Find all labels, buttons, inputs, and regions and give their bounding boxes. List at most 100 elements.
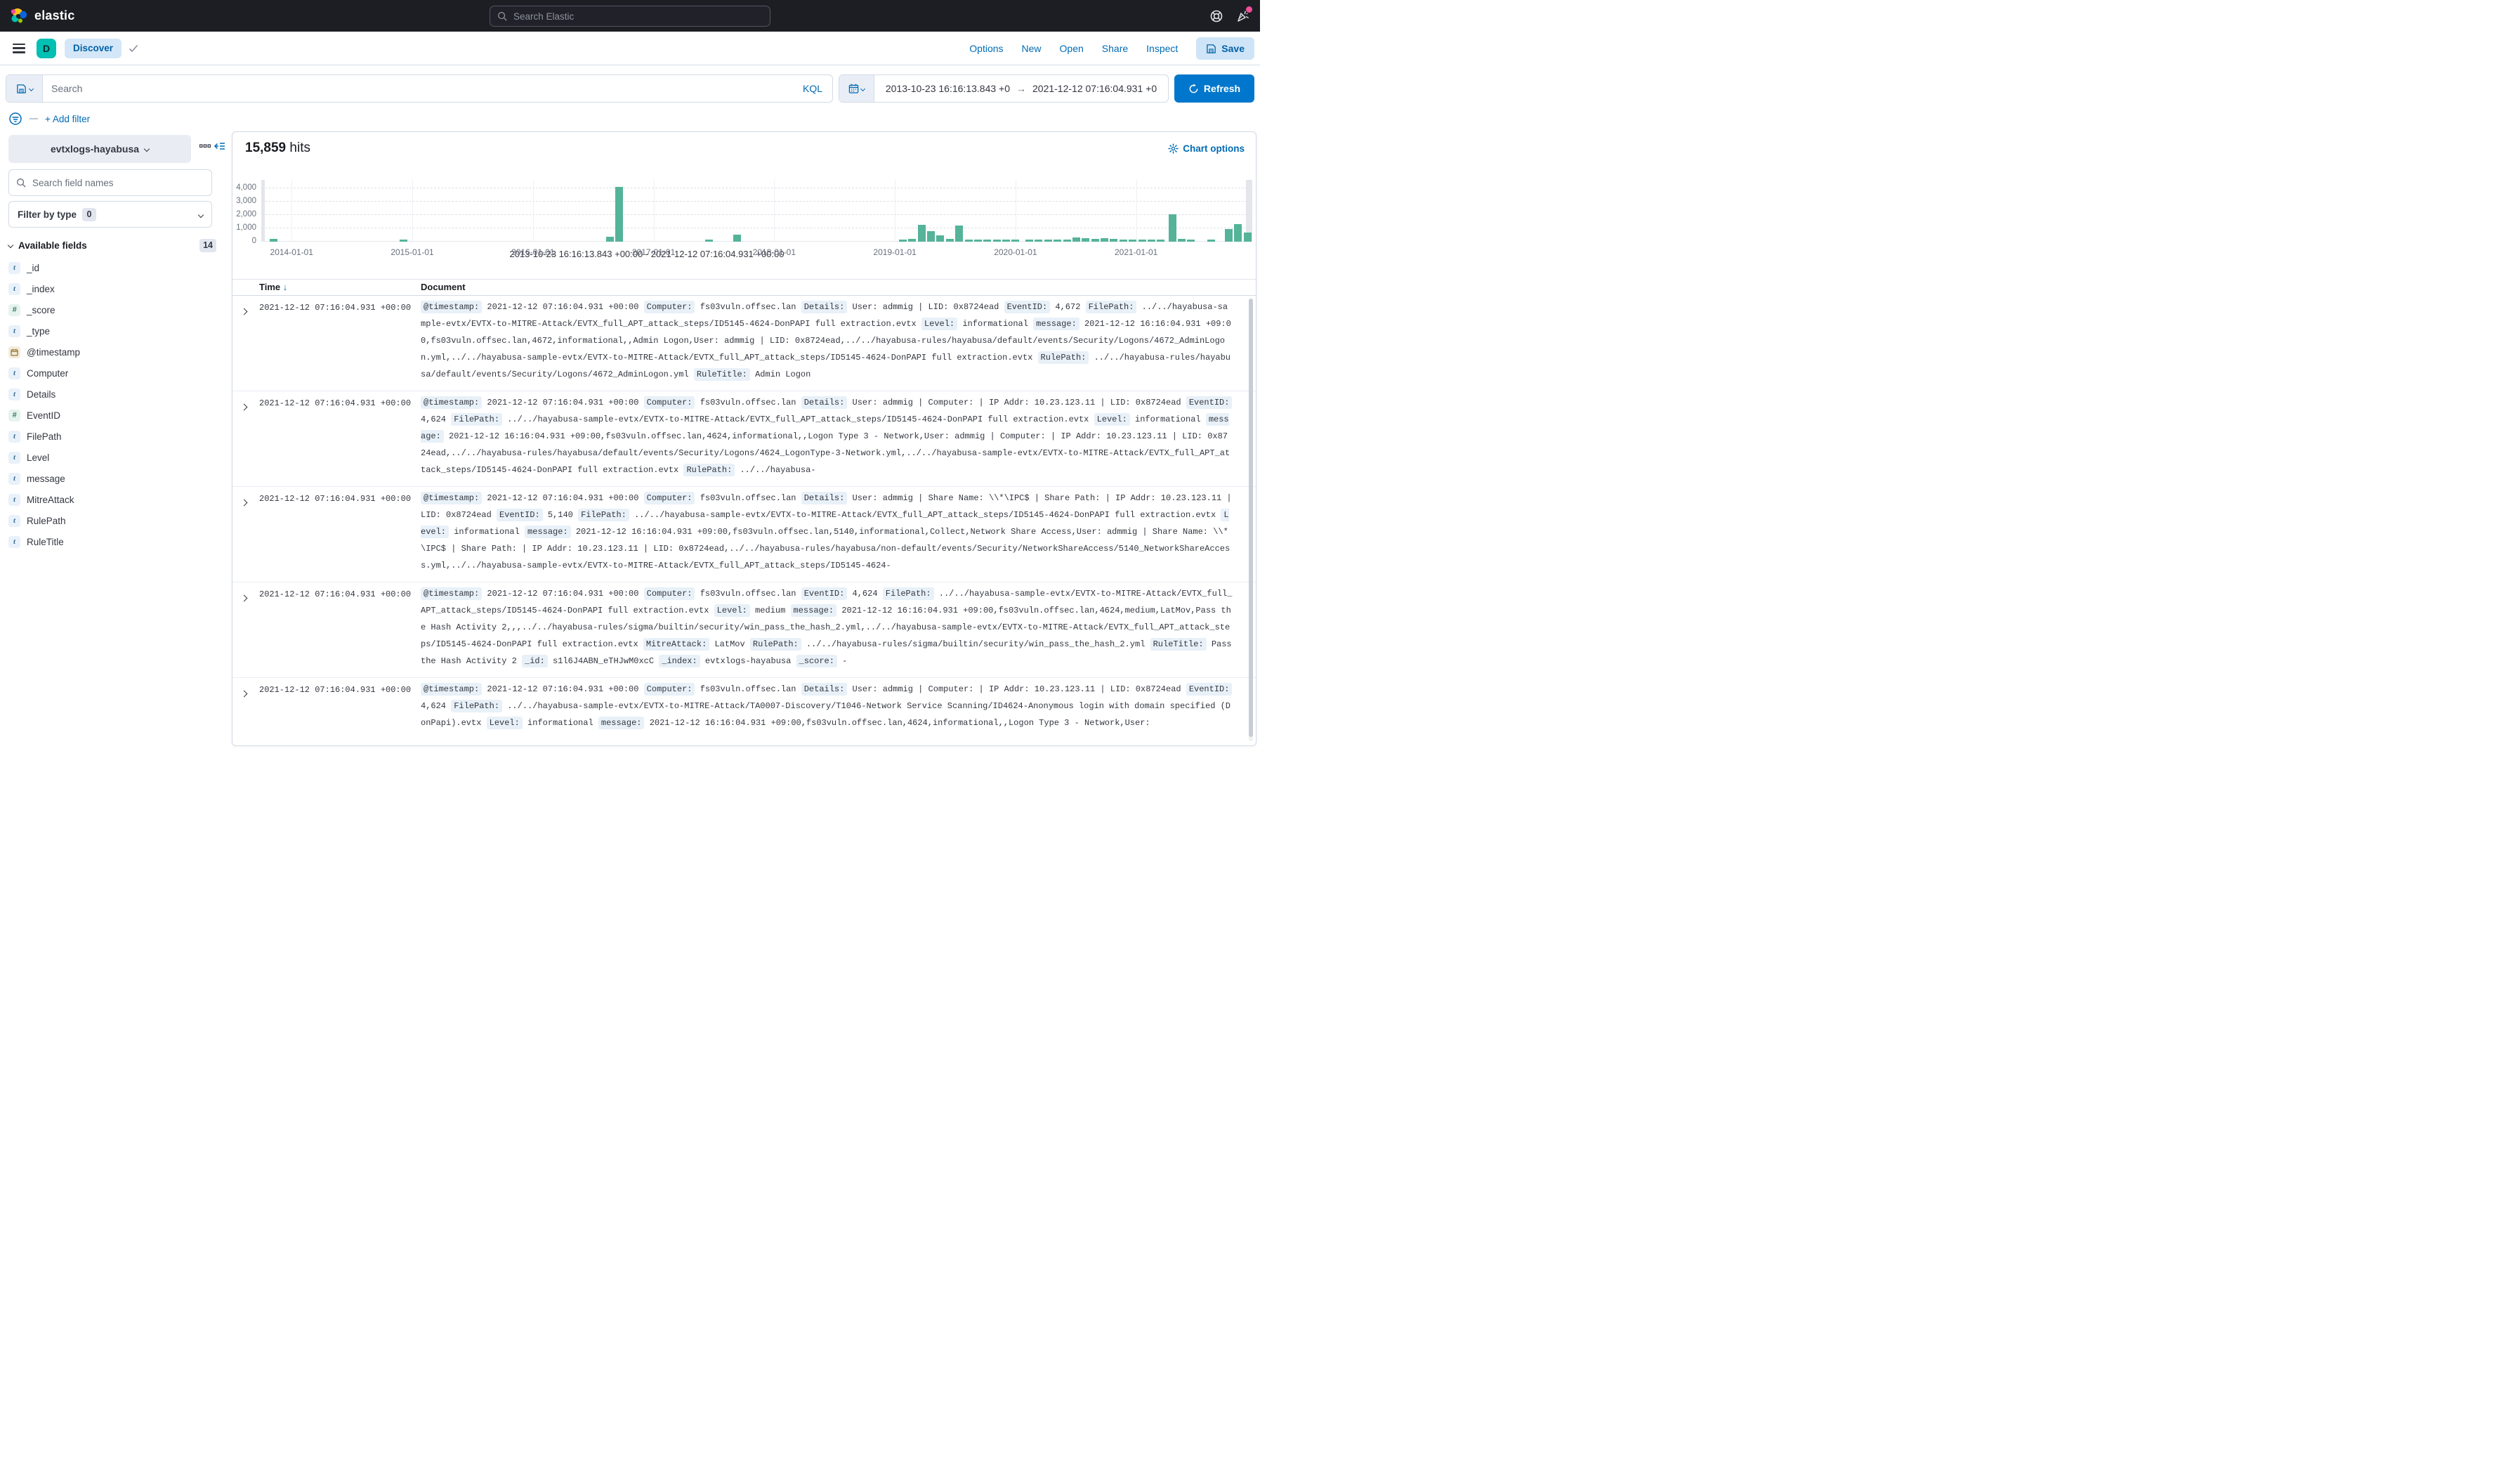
whats-new-icon[interactable] xyxy=(1236,9,1250,23)
expand-row-button[interactable] xyxy=(242,305,253,316)
histogram-bar[interactable] xyxy=(946,239,954,242)
filter-by-type-button[interactable]: Filter by type 0 xyxy=(8,201,212,228)
expand-row-button[interactable] xyxy=(242,592,253,603)
histogram-bar[interactable] xyxy=(1207,240,1215,242)
field-item[interactable]: t_index xyxy=(8,278,216,299)
field-item[interactable]: tLevel xyxy=(8,447,216,468)
histogram-bar[interactable] xyxy=(1002,240,1010,242)
date-picker-quick-menu[interactable] xyxy=(839,75,874,102)
help-icon[interactable] xyxy=(1209,9,1223,23)
histogram-bar[interactable] xyxy=(1187,240,1195,242)
index-pattern-switcher[interactable]: evtxlogs-hayabusa xyxy=(8,135,191,163)
query-input[interactable]: Search KQL xyxy=(6,74,833,103)
field-item[interactable]: tFilePath xyxy=(8,426,216,447)
breadcrumb[interactable]: Discover xyxy=(65,39,122,58)
histogram-bar[interactable] xyxy=(955,226,963,242)
histogram-bar[interactable] xyxy=(1091,239,1099,242)
field-item[interactable]: #_score xyxy=(8,299,216,320)
space-avatar[interactable]: D xyxy=(37,39,56,58)
histogram-bar[interactable] xyxy=(1011,240,1019,242)
histogram-bar[interactable] xyxy=(1072,237,1080,242)
table-row[interactable]: 2021-12-12 07:16:04.931 +00:00@timestamp… xyxy=(232,391,1256,487)
check-icon[interactable] xyxy=(129,44,138,53)
menu-icon[interactable] xyxy=(13,44,25,53)
histogram-bar[interactable] xyxy=(1157,240,1164,242)
histogram-bar[interactable] xyxy=(1044,240,1052,242)
histogram-bar[interactable] xyxy=(1120,240,1127,242)
field-item[interactable]: tRuleTitle xyxy=(8,531,216,552)
options-button[interactable]: Options xyxy=(969,43,1003,54)
field-item[interactable]: tMitreAttack xyxy=(8,489,216,510)
histogram-bar[interactable] xyxy=(1025,240,1033,242)
field-item[interactable]: t_type xyxy=(8,320,216,341)
histogram-bar[interactable] xyxy=(965,240,973,242)
histogram-bar[interactable] xyxy=(705,240,713,242)
histogram-bar[interactable] xyxy=(1148,240,1155,242)
histogram-bar[interactable] xyxy=(1169,214,1176,242)
histogram-bar[interactable] xyxy=(908,239,916,242)
table-row[interactable]: 2021-12-12 07:16:04.931 +00:00@timestamp… xyxy=(232,582,1256,678)
expand-row-button[interactable] xyxy=(242,496,253,507)
field-filter-options-icon[interactable] xyxy=(199,143,211,149)
available-fields-header[interactable]: Available fields 14 xyxy=(8,237,216,254)
histogram-bar[interactable] xyxy=(1035,240,1042,242)
histogram-bar[interactable] xyxy=(1138,240,1146,242)
histogram-bar[interactable] xyxy=(606,237,614,242)
field-item[interactable]: @timestamp xyxy=(8,341,216,363)
sort-descending-icon[interactable]: ↓ xyxy=(283,282,288,292)
histogram-bar[interactable] xyxy=(1225,229,1233,242)
table-row[interactable]: 2021-12-12 07:16:04.931 +00:00@timestamp… xyxy=(232,678,1256,745)
collapse-sidebar-icon[interactable] xyxy=(214,141,225,152)
histogram-bar[interactable] xyxy=(993,240,1001,242)
refresh-button[interactable]: Refresh xyxy=(1174,74,1254,103)
add-filter-button[interactable]: + Add filter xyxy=(45,114,90,124)
histogram-bar[interactable] xyxy=(1129,240,1136,242)
histogram-bar[interactable] xyxy=(400,240,407,242)
histogram-bar[interactable] xyxy=(733,235,741,242)
save-button[interactable]: Save xyxy=(1196,37,1254,60)
open-button[interactable]: Open xyxy=(1060,43,1084,54)
histogram-bar[interactable] xyxy=(615,187,623,242)
histogram-bar[interactable] xyxy=(1234,224,1242,242)
filter-icon[interactable] xyxy=(8,112,22,126)
saved-query-menu-button[interactable] xyxy=(6,75,43,102)
field-item[interactable]: tComputer xyxy=(8,363,216,384)
histogram-bar[interactable] xyxy=(899,240,907,242)
date-range-start[interactable]: 2013-10-23 16:16:13.843 +0 xyxy=(886,83,1010,94)
kql-language-button[interactable]: KQL xyxy=(803,83,822,94)
field-item[interactable]: tmessage xyxy=(8,468,216,489)
time-column-header[interactable]: Time ↓ xyxy=(259,282,287,292)
histogram-bar[interactable] xyxy=(927,231,935,242)
histogram-bar[interactable] xyxy=(1244,233,1252,242)
global-search-input[interactable]: Search Elastic xyxy=(490,6,770,27)
expand-row-button[interactable] xyxy=(242,687,253,698)
scrollbar-thumb[interactable] xyxy=(1249,299,1253,737)
field-search-input[interactable]: Search field names xyxy=(8,169,212,196)
table-row[interactable]: 2021-12-12 07:16:04.931 +00:00@timestamp… xyxy=(232,296,1256,391)
histogram-bar[interactable] xyxy=(1101,238,1108,242)
table-row[interactable]: 2021-12-12 07:16:04.931 +00:00@timestamp… xyxy=(232,487,1256,582)
date-picker[interactable]: 2013-10-23 16:16:13.843 +0 → 2021-12-12 … xyxy=(839,74,1169,103)
histogram-bar[interactable] xyxy=(270,239,277,242)
histogram-bar[interactable] xyxy=(1063,240,1071,242)
date-range-end[interactable]: 2021-12-12 07:16:04.931 +0 xyxy=(1032,83,1157,94)
histogram-bar[interactable] xyxy=(1054,240,1061,242)
new-button[interactable]: New xyxy=(1022,43,1042,54)
histogram-bar[interactable] xyxy=(918,225,926,242)
histogram-bar[interactable] xyxy=(936,235,944,242)
histogram-bar[interactable] xyxy=(983,240,991,242)
histogram-bar[interactable] xyxy=(1082,238,1089,242)
histogram-bar[interactable] xyxy=(974,240,982,242)
elastic-logo[interactable]: elastic xyxy=(10,7,74,25)
field-item[interactable]: tDetails xyxy=(8,384,216,405)
field-item[interactable]: tRulePath xyxy=(8,510,216,531)
table-scrollbar[interactable] xyxy=(1249,299,1253,741)
chart-options-button[interactable]: Chart options xyxy=(1168,143,1245,154)
inspect-button[interactable]: Inspect xyxy=(1146,43,1178,54)
histogram-bar[interactable] xyxy=(1178,239,1186,242)
histogram-bar[interactable] xyxy=(1110,239,1117,242)
accordion-chevron-icon[interactable] xyxy=(8,242,13,248)
expand-row-button[interactable] xyxy=(242,400,253,412)
field-item[interactable]: #EventID xyxy=(8,405,216,426)
field-item[interactable]: t_id xyxy=(8,257,216,278)
